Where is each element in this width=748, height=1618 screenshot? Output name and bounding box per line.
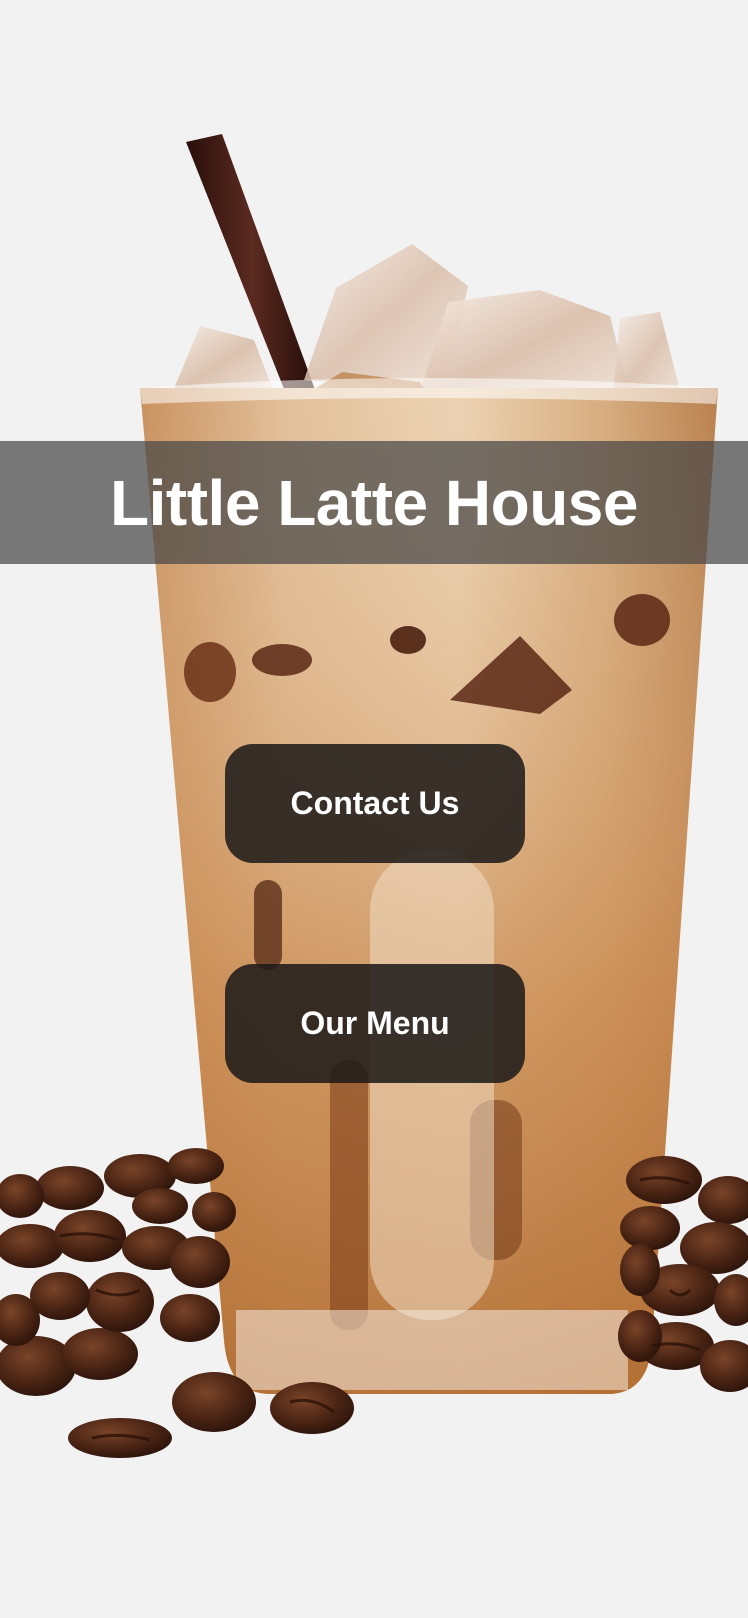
contact-us-button[interactable]: Contact Us <box>225 744 525 863</box>
site-title: Little Latte House <box>110 466 638 539</box>
our-menu-button[interactable]: Our Menu <box>225 964 525 1083</box>
title-banner: Little Latte House <box>0 441 748 564</box>
